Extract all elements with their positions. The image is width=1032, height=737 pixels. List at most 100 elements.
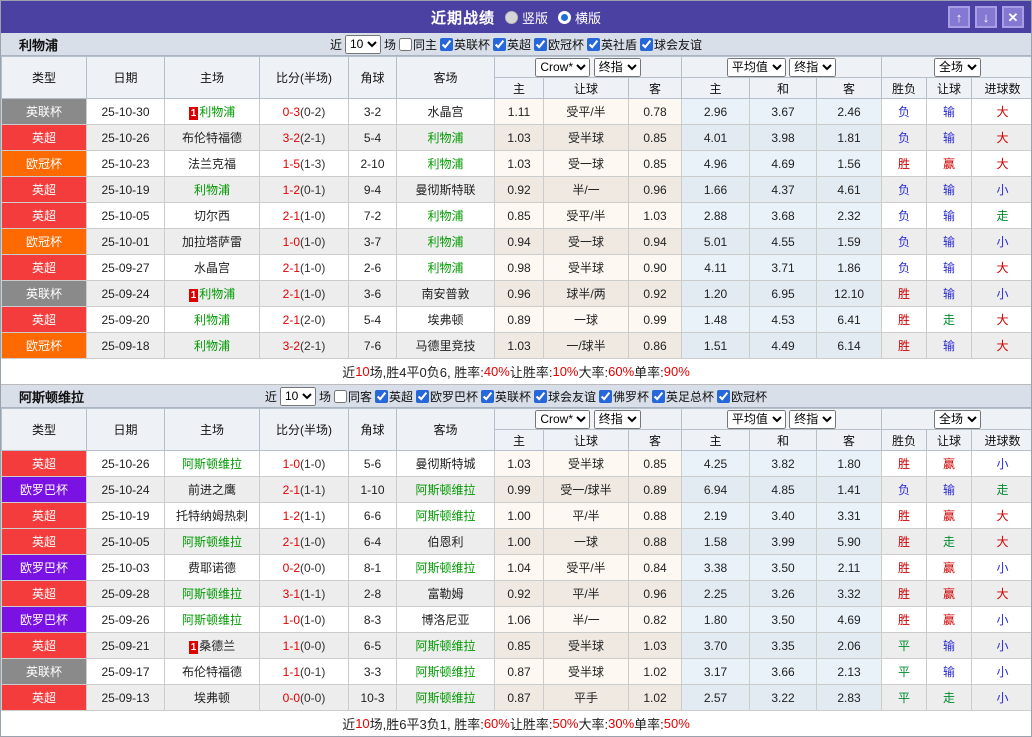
date-cell: 25-10-26	[86, 124, 165, 151]
games-count-select[interactable]: 10	[344, 34, 381, 54]
same-venue-checkbox[interactable]: 同主	[398, 36, 437, 53]
average-select[interactable]: 平均值	[726, 57, 786, 77]
league-filter-checkbox[interactable]: 佛罗杯	[599, 388, 649, 405]
match-row: 英超 25-09-28 阿斯顿维拉 3-1(1-1) 2-8 富勒姆 0.92 平/半 0.96…	[1, 580, 1031, 607]
home-team-cell: 阿斯顿维拉	[164, 450, 260, 477]
league-type-cell: 英超	[1, 528, 87, 555]
handicap-home-odds: 0.98	[494, 254, 544, 281]
score-cell: 2-1(1-0)	[259, 528, 349, 555]
league-filter-checkbox[interactable]: 球会友谊	[534, 388, 596, 405]
league-filter-checkbox[interactable]: 英社盾	[587, 36, 637, 53]
league-filter-checkbox[interactable]: 欧冠杯	[717, 388, 767, 405]
home-team-cell: 利物浦	[164, 176, 260, 203]
away-team-cell: 利物浦	[396, 150, 495, 177]
same-venue-checkbox[interactable]: 同客	[333, 388, 372, 405]
layout-radio-vertical[interactable]: 竖版	[504, 8, 548, 27]
handicap-away-odds: 0.88	[627, 502, 683, 529]
away-team-cell: 曼彻斯特联	[396, 176, 495, 203]
odds-time-select[interactable]: 终指	[593, 409, 641, 429]
avg-away-odds: 1.81	[816, 124, 883, 151]
avg-time-select[interactable]: 终指	[789, 57, 837, 77]
corner-cell: 2-10	[348, 150, 397, 177]
avg-away-odds: 1.80	[816, 450, 883, 477]
handicap-line: 受平/半	[543, 98, 629, 125]
avg-home-odds: 2.96	[681, 98, 751, 125]
sub-col-header: 让球	[926, 77, 973, 99]
avg-time-select[interactable]: 终指	[789, 409, 837, 429]
handicap-home-odds: 0.94	[494, 228, 544, 255]
league-filter-checkbox[interactable]: 英联杯	[439, 36, 490, 53]
close-button[interactable]: ✕	[1002, 6, 1024, 28]
move-up-button[interactable]: ↑	[948, 6, 970, 28]
home-team-cell: 阿斯顿维拉	[164, 606, 260, 633]
score-cell: 2-1(1-0)	[259, 280, 349, 307]
handicap-result-cell: 赢	[926, 502, 973, 529]
handicap-result-cell: 赢	[926, 554, 973, 581]
score-cell: 1-2(1-1)	[259, 502, 349, 529]
match-row: 英超 25-09-27 水晶宫 2-1(1-0) 2-6 利物浦 0.98 受半球 0.90 4.…	[1, 254, 1031, 281]
date-cell: 25-10-24	[86, 476, 165, 503]
home-team-cell: 布伦特福德	[164, 658, 260, 685]
league-filter-checkbox[interactable]: 欧罗巴杯	[415, 388, 478, 405]
match-row: 英超 25-10-05 切尔西 2-1(1-0) 7-2 利物浦 0.85 受平/半 1.03 2…	[1, 202, 1031, 229]
odds-time-select[interactable]: 终指	[593, 57, 641, 77]
bookmaker-select[interactable]: Crow*	[535, 57, 591, 77]
home-team-cell: 费耶诺德	[164, 554, 260, 581]
league-filter-checkbox[interactable]: 英超	[374, 388, 413, 405]
result-cell: 胜	[881, 528, 928, 555]
avg-home-odds: 2.19	[681, 502, 751, 529]
handicap-result-cell: 输	[926, 254, 973, 281]
score-cell: 1-0(1-0)	[259, 450, 349, 477]
away-team-cell: 埃弗顿	[396, 306, 495, 333]
score-cell: 2-1(2-0)	[259, 306, 349, 333]
league-type-cell: 英联杯	[1, 280, 87, 307]
result-cell: 胜	[881, 332, 928, 359]
col-header: 主场	[164, 56, 260, 99]
away-team-cell: 阿斯顿维拉	[396, 476, 495, 503]
league-filter-checkbox[interactable]: 球会友谊	[640, 36, 702, 53]
period-select[interactable]: 全场	[934, 57, 982, 77]
handicap-away-odds: 0.92	[627, 280, 683, 307]
away-team-cell: 利物浦	[396, 228, 495, 255]
avg-home-odds: 1.80	[681, 606, 751, 633]
handicap-result-cell: 输	[926, 124, 973, 151]
bookmaker-select[interactable]: Crow*	[535, 409, 591, 429]
away-team-cell: 阿斯顿维拉	[396, 632, 495, 659]
period-select[interactable]: 全场	[934, 409, 982, 429]
avg-home-odds: 1.58	[681, 528, 751, 555]
league-type-cell: 欧冠杯	[1, 332, 87, 359]
avg-away-odds: 3.32	[816, 580, 883, 607]
date-cell: 25-10-01	[86, 228, 165, 255]
league-filter-checkbox[interactable]: 英联杯	[481, 388, 531, 405]
team-filter-bar: 阿斯顿维拉近 10 场同客 英超 欧罗巴杯 英联杯 球会友谊 佛罗杯 英足总杯 欧冠杯	[1, 385, 1031, 408]
handicap-home-odds: 1.06	[494, 606, 544, 633]
result-cell: 平	[881, 632, 928, 659]
move-down-button[interactable]: ↓	[975, 6, 997, 28]
handicap-line: 平/半	[543, 502, 629, 529]
score-cell: 1-0(1-0)	[259, 228, 349, 255]
team-name: 利物浦	[19, 37, 59, 53]
handicap-line: 球半/两	[543, 280, 629, 307]
avg-home-odds: 4.96	[681, 150, 751, 177]
handicap-result-cell: 赢	[926, 150, 973, 177]
league-filter-checkbox[interactable]: 英足总杯	[652, 388, 714, 405]
league-type-cell: 欧罗巴杯	[1, 476, 87, 503]
league-filter-checkbox[interactable]: 英超	[493, 36, 531, 53]
match-row: 欧罗巴杯 25-10-03 费耶诺德 0-2(0-0) 8-1 阿斯顿维拉 1.04 受平/半…	[1, 554, 1031, 581]
team-name: 阿斯顿维拉	[19, 389, 85, 405]
sub-col-header: 让球	[543, 429, 629, 451]
layout-radio-horizontal[interactable]: 横版	[558, 8, 601, 27]
league-filter-checkbox[interactable]: 欧冠杯	[534, 36, 584, 53]
games-count-select[interactable]: 10	[279, 386, 316, 406]
avg-away-odds: 5.90	[816, 528, 883, 555]
home-team-cell: 前进之鹰	[164, 476, 260, 503]
average-select[interactable]: 平均值	[726, 409, 786, 429]
avg-home-odds: 6.94	[681, 476, 751, 503]
avg-away-odds: 12.10	[816, 280, 883, 307]
result-cell: 负	[881, 98, 928, 125]
league-type-cell: 英超	[1, 450, 87, 477]
match-row: 欧冠杯 25-10-23 法兰克福 1-5(1-3) 2-10 利物浦 1.03 受一球 0.8…	[1, 150, 1031, 177]
handicap-away-odds: 0.78	[627, 98, 683, 125]
date-cell: 25-09-18	[86, 332, 165, 359]
handicap-line: 一/球半	[543, 332, 629, 359]
